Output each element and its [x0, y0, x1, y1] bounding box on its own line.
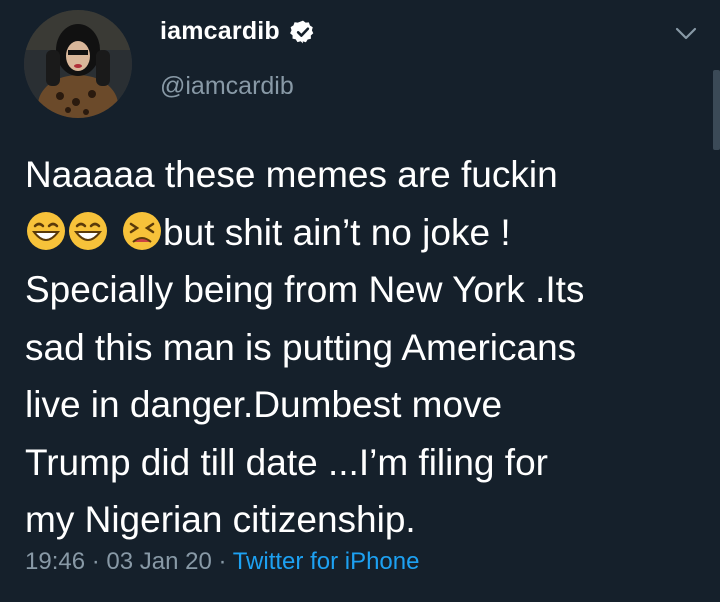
verified-badge-icon [290, 20, 314, 43]
meta-separator: · [211, 548, 233, 575]
tweet-time: 19:46 [25, 548, 86, 575]
meta-separator: · [85, 548, 107, 575]
tweet-line: sad this man is putting Americans [25, 326, 577, 368]
tweet-meta: 19:46 · 03 Jan 20 · Twitter for iPhone [25, 548, 419, 576]
author-handle[interactable]: @iamcardib [160, 72, 294, 101]
tweet-line-with-emojis: but shit ain’t no joke ! [25, 204, 705, 262]
display-name[interactable]: iamcardib [160, 17, 280, 46]
grinning-sweat-face-emoji-icon [25, 210, 67, 252]
tweet-line: Naaaaa these memes are fuckin [25, 154, 558, 195]
tweet-text: Naaaaa these memes are fuckin but shit a… [25, 146, 705, 549]
tweet-source-link[interactable]: Twitter for iPhone [233, 548, 420, 575]
tweet-line: my Nigerian citizenship. [25, 499, 416, 540]
tweet-line: live in danger.Dumbest move [25, 384, 503, 425]
tweet-line: Specially being from New York .Its [25, 269, 585, 310]
avatar-image [24, 10, 132, 118]
tweet-line: Trump did till date ...I’m filing for [25, 441, 548, 483]
author-name-row[interactable]: iamcardib [160, 17, 316, 46]
tweet-line-text: but shit ain’t no joke ! [163, 211, 511, 253]
tweet-date: 03 Jan 20 [106, 548, 212, 575]
avatar[interactable] [24, 10, 132, 118]
chevron-down-icon[interactable] [674, 26, 698, 42]
scrollbar[interactable] [713, 70, 720, 150]
persevering-face-emoji-icon [121, 210, 163, 252]
grinning-sweat-face-emoji-icon [67, 210, 109, 252]
